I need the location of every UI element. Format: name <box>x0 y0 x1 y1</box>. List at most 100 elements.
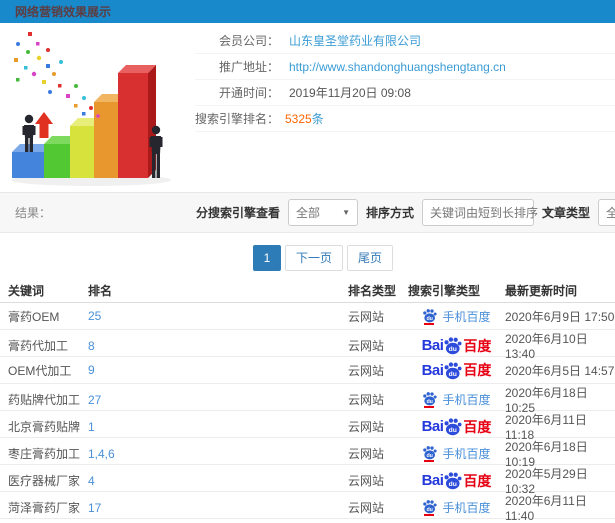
filter-controls: 分搜索引擎查看 全部 ▼ 排序方式 关键词由短到长排序 ▼ 文章类型 全部 ▼ … <box>196 199 615 226</box>
member-info-panel: 会员公司： 山东皇圣堂药业有限公司 推广地址： http://www.shandong… <box>195 28 615 132</box>
mobile-baidu-label: 手机百度 <box>442 501 491 515</box>
article-type-select[interactable]: 全部 ▼ <box>598 199 615 226</box>
header-rank: 排名 <box>88 283 113 298</box>
baidu-paw-icon: du <box>444 472 462 490</box>
engine-cell: du 手机百度 <box>408 391 505 408</box>
page: { "header": { "title": "网络营销效果展示" }, "in… <box>0 0 615 523</box>
baidu-paw-icon: du <box>444 361 462 379</box>
article-type-label: 文章类型 <box>542 206 591 220</box>
baidu-logo-text: Bai <box>421 337 444 354</box>
page-title: 网络营销效果展示 <box>15 5 112 19</box>
keyword-cell: 枣庄膏药加工 <box>8 447 81 461</box>
engine-cell: Bai du 百度 <box>408 361 505 380</box>
info-value[interactable]: 山东皇圣堂药业有限公司 <box>289 28 421 54</box>
mobile-baidu-label: 手机百度 <box>442 447 491 461</box>
baidu-logo-cn: 百度 <box>463 337 492 354</box>
results-table: 关键词 排名 排名类型 搜索引擎类型 最新更新时间 膏药OEM 25 云网站 du 手机… <box>0 278 615 523</box>
engine-filter-value: 全部 <box>296 206 321 220</box>
info-label: 会员公司： <box>218 33 279 48</box>
engine-filter-label: 分搜索引擎查看 <box>196 206 281 220</box>
keyword-cell: 菏泽膏药厂家 <box>8 501 81 515</box>
svg-text:du: du <box>427 315 433 321</box>
rank-cell[interactable]: 9 <box>88 363 348 377</box>
rank-type-cell: 云网站 <box>348 420 385 434</box>
mobile-baidu-badge: du 手机百度 <box>422 308 491 325</box>
header-engine-type: 搜索引擎类型 <box>408 283 481 298</box>
info-value: 2019年11月20日 09:08 <box>289 85 411 100</box>
table-body: 膏药OEM 25 云网站 du 手机百度 2020年6月9日 17:50 膏药代加工 8 云网站… <box>0 303 615 523</box>
info-value: 5325 <box>285 111 312 126</box>
baidu-logo-text: Bai <box>421 472 444 489</box>
baidu-logo-cn: 百度 <box>463 418 492 435</box>
rank-cell[interactable]: 25 <box>88 309 348 323</box>
result-label: 结果： <box>15 206 52 220</box>
svg-text:du: du <box>449 481 457 488</box>
table-row: 膏药OEM 25 云网站 du 手机百度 2020年6月9日 17:50 <box>0 303 615 330</box>
mobile-baidu-icon: du <box>422 445 438 462</box>
rank-type-cell: 云网站 <box>348 447 385 461</box>
article-type-value: 全部 <box>606 206 615 220</box>
info-label: 搜索引擎排名： <box>195 111 280 126</box>
engine-cell: du 手机百度 <box>408 308 505 325</box>
baidu-paw-icon: du <box>444 418 462 436</box>
up-arrow-icon <box>35 112 53 138</box>
rank-type-cell: 云网站 <box>348 393 385 407</box>
mobile-baidu-badge: du 手机百度 <box>422 499 491 516</box>
sort-label: 排序方式 <box>366 206 415 220</box>
rank-type-cell: 云网站 <box>348 309 385 324</box>
sort-select[interactable]: 关键词由短到长排序 ▼ <box>422 199 552 226</box>
baidu-logo-cn: 百度 <box>463 472 492 489</box>
keyword-cell: OEM代加工 <box>8 363 72 378</box>
rank-cell[interactable]: 27 <box>88 393 348 407</box>
table-header-row: 关键词 排名 排名类型 搜索引擎类型 最新更新时间 <box>0 278 615 303</box>
growth-chart-illustration <box>6 28 184 188</box>
rank-type-cell: 云网站 <box>348 363 385 378</box>
mobile-baidu-badge: du 手机百度 <box>422 445 491 462</box>
rank-cell[interactable]: 1,4,6 <box>88 447 348 461</box>
engine-filter-select[interactable]: 全部 ▼ <box>288 199 359 226</box>
header-rank-type: 排名类型 <box>348 283 397 298</box>
baidu-paw-icon: du <box>423 446 438 460</box>
page-1-button[interactable]: 1 <box>253 245 281 271</box>
info-value[interactable]: http://www.shandonghuangshengtang.cn <box>289 54 506 80</box>
rank-cell[interactable]: 1 <box>88 420 348 434</box>
updated-cell: 2020年6月5日 14:57 <box>505 363 615 378</box>
table-row: 膏药代加工 8 云网站 Bai du 百度 2020年6月10日 13:40 <box>0 330 615 361</box>
svg-text:du: du <box>427 507 433 513</box>
confetti <box>14 32 100 118</box>
table-row: 菏泽膏药厂家 17 云网站 du 手机百度 2020年6月11日 11:40 <box>0 492 615 523</box>
next-page-button[interactable]: 下一页 <box>285 245 344 271</box>
header-keyword: 关键词 <box>8 283 45 298</box>
mobile-baidu-icon: du <box>422 499 438 516</box>
last-page-button[interactable]: 尾页 <box>347 245 394 271</box>
baidu-pc-logo: Bai du 百度 <box>422 361 492 380</box>
bar-chart-graphic <box>11 32 171 186</box>
info-unit: 条 <box>311 111 324 126</box>
updated-cell: 2020年6月11日 11:40 <box>505 494 587 523</box>
baidu-pc-logo: Bai du 百度 <box>421 471 492 490</box>
updated-cell: 2020年6月10日 13:40 <box>505 332 588 361</box>
rank-type-cell: 云网站 <box>348 501 385 515</box>
engine-cell: Bai du 百度 <box>408 336 505 355</box>
svg-text:du: du <box>449 346 457 353</box>
table-row: OEM代加工 9 云网站 Bai du 百度 2020年6月5日 14:57 <box>0 357 615 384</box>
keyword-cell: 药贴牌代加工 <box>8 393 81 407</box>
baidu-logo-cn: 百度 <box>463 362 492 378</box>
sort-value: 关键词由短到长排序 <box>430 206 539 220</box>
rank-cell[interactable]: 4 <box>88 474 348 488</box>
rank-cell[interactable]: 8 <box>88 339 348 353</box>
engine-cell: Bai du 百度 <box>408 471 505 490</box>
svg-text:du: du <box>427 453 433 459</box>
info-row: 会员公司： 山东皇圣堂药业有限公司 <box>195 28 615 54</box>
mobile-baidu-label: 手机百度 <box>442 393 491 407</box>
baidu-paw-icon: du <box>423 500 438 514</box>
info-label: 推广地址： <box>218 59 279 74</box>
header-updated: 最新更新时间 <box>505 283 578 298</box>
mobile-baidu-icon: du <box>422 308 438 325</box>
keyword-cell: 北京膏药贴牌 <box>8 420 81 434</box>
svg-text:du: du <box>449 427 457 434</box>
rank-cell[interactable]: 17 <box>88 501 348 515</box>
filter-bar: 结果： 分搜索引擎查看 全部 ▼ 排序方式 关键词由短到长排序 ▼ 文章类型 全… <box>0 192 615 233</box>
info-label: 开通时间： <box>218 85 279 100</box>
keyword-cell: 膏药OEM <box>8 309 60 324</box>
